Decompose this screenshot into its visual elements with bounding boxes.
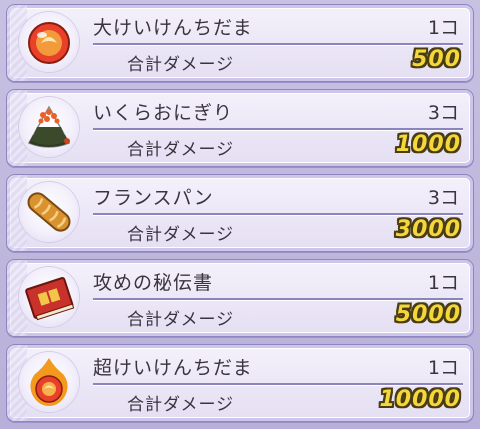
total-damage-label: 合計ダメージ	[127, 140, 235, 160]
total-damage-value: 500	[412, 47, 461, 72]
onigiri-icon	[19, 97, 79, 157]
item-count: 1コ	[427, 17, 459, 39]
total-damage-label: 合計ダメージ	[127, 395, 235, 415]
total-damage-value: 5000	[395, 302, 461, 327]
item-damage-list: 大けいけんちだま 1コ 合計ダメージ 500 いくらおにぎり 3コ 合計ダメージ	[0, 0, 480, 429]
list-item-ikura-onigiri[interactable]: いくらおにぎり 3コ 合計ダメージ 1000	[6, 89, 474, 167]
item-count: 1コ	[427, 272, 459, 294]
item-name: 攻めの秘伝書	[93, 272, 214, 294]
red-orb-icon	[19, 12, 79, 72]
divider	[93, 383, 463, 385]
item-count: 1コ	[427, 357, 459, 379]
scroll-book-icon	[19, 267, 79, 327]
divider	[93, 213, 463, 215]
list-item-cho-keikenchi-dama[interactable]: 超けいけんちだま 1コ 合計ダメージ 10000	[6, 344, 474, 422]
item-count: 3コ	[427, 102, 459, 124]
list-item-seme-no-hidensho[interactable]: 攻めの秘伝書 1コ 合計ダメージ 5000	[6, 259, 474, 337]
total-damage-value: 3000	[395, 217, 461, 242]
divider	[93, 128, 463, 130]
total-damage-value: 1000	[395, 132, 461, 157]
divider	[93, 298, 463, 300]
item-name: いくらおにぎり	[93, 102, 234, 124]
total-damage-label: 合計ダメージ	[127, 55, 235, 75]
list-item-france-pan[interactable]: フランスパン 3コ 合計ダメージ 3000	[6, 174, 474, 252]
list-item-dai-keikenchi-dama[interactable]: 大けいけんちだま 1コ 合計ダメージ 500	[6, 4, 474, 82]
item-count: 3コ	[427, 187, 459, 209]
item-name: 大けいけんちだま	[93, 17, 253, 39]
flame-orb-icon	[19, 352, 79, 412]
baguette-icon	[19, 182, 79, 242]
total-damage-label: 合計ダメージ	[127, 310, 235, 330]
total-damage-value: 10000	[379, 387, 461, 412]
total-damage-label: 合計ダメージ	[127, 225, 235, 245]
item-name: フランスパン	[93, 187, 214, 209]
item-name: 超けいけんちだま	[93, 357, 253, 379]
divider	[93, 43, 463, 45]
